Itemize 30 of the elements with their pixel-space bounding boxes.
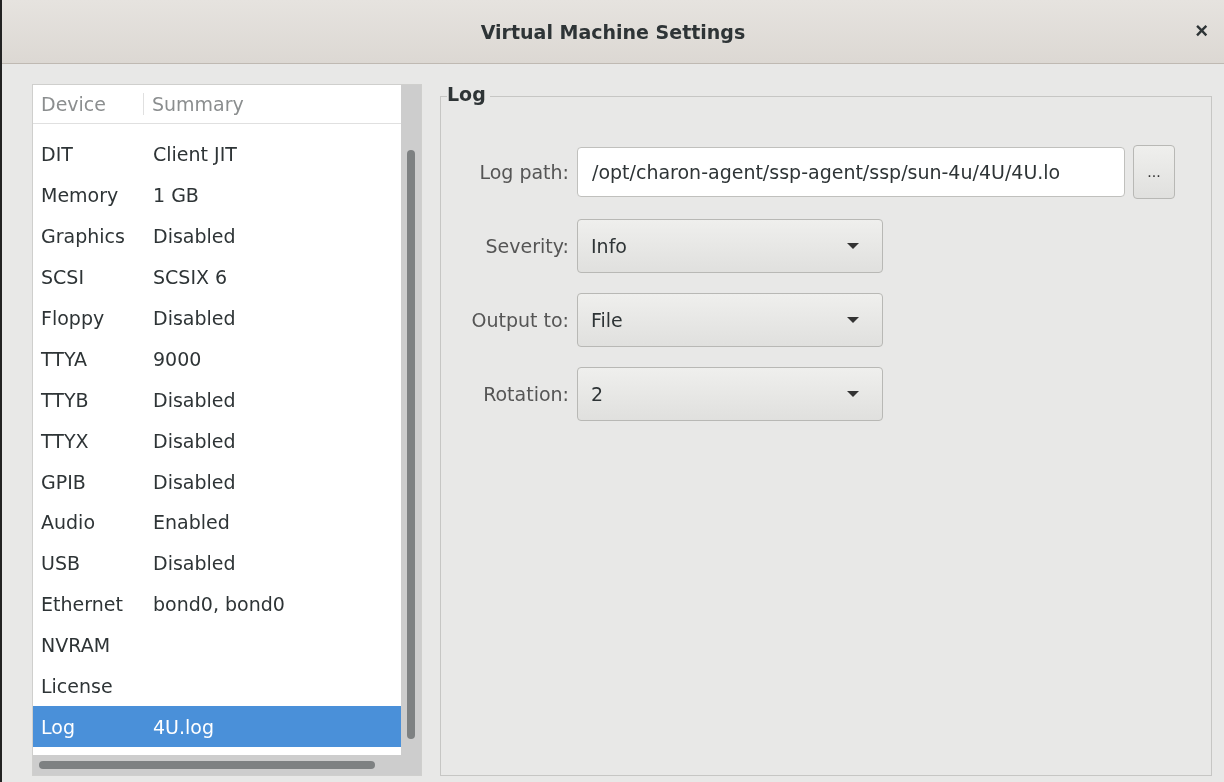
field-label: Severity: (484, 235, 569, 257)
caret-icon (846, 242, 860, 250)
device-row[interactable]: TTYB Disabled (33, 379, 401, 421)
device-row[interactable]: TTYX Disabled (33, 420, 401, 462)
field-label: Rotation: (482, 383, 569, 405)
close-button[interactable]: × (1189, 18, 1214, 44)
horizontal-scrollbar[interactable] (33, 755, 401, 775)
device-row[interactable]: Audio Enabled (33, 502, 401, 543)
window-title: Virtual Machine Settings (480, 20, 746, 43)
device-row[interactable]: License (33, 665, 401, 707)
device-row[interactable]: Graphics Disabled (33, 215, 401, 257)
vertical-scrollbar[interactable] (401, 85, 421, 775)
field-label: Output to: (470, 309, 569, 331)
device-row[interactable]: TTYA 9000 (33, 338, 401, 380)
dropdown[interactable]: Info (577, 219, 883, 273)
device-row[interactable]: NVRAM (33, 624, 401, 666)
dropdown[interactable]: File (577, 293, 883, 347)
device-row[interactable]: GPIB Disabled (33, 461, 401, 502)
device-row[interactable]: SCSI SCSIX 6 (33, 256, 401, 298)
device-row[interactable]: USB Disabled (33, 542, 401, 584)
device-row[interactable]: Memory 1 GB (33, 174, 401, 216)
device-row[interactable]: Floppy Disabled (33, 297, 401, 339)
caret-icon (846, 390, 860, 398)
caret-icon (846, 316, 860, 324)
dropdown[interactable]: 2 (577, 367, 883, 421)
field-label: Log path: (478, 161, 569, 183)
device-row[interactable]: DIT Client JIT (33, 134, 401, 175)
log-path-field[interactable]: /opt/charon-agent/ssp-agent/ssp/sun-4u/4U/4U.lo (577, 147, 1125, 197)
browse-button[interactable]: ... (1133, 145, 1175, 199)
device-row[interactable]: Ethernet bond0, bond0 (33, 583, 401, 625)
